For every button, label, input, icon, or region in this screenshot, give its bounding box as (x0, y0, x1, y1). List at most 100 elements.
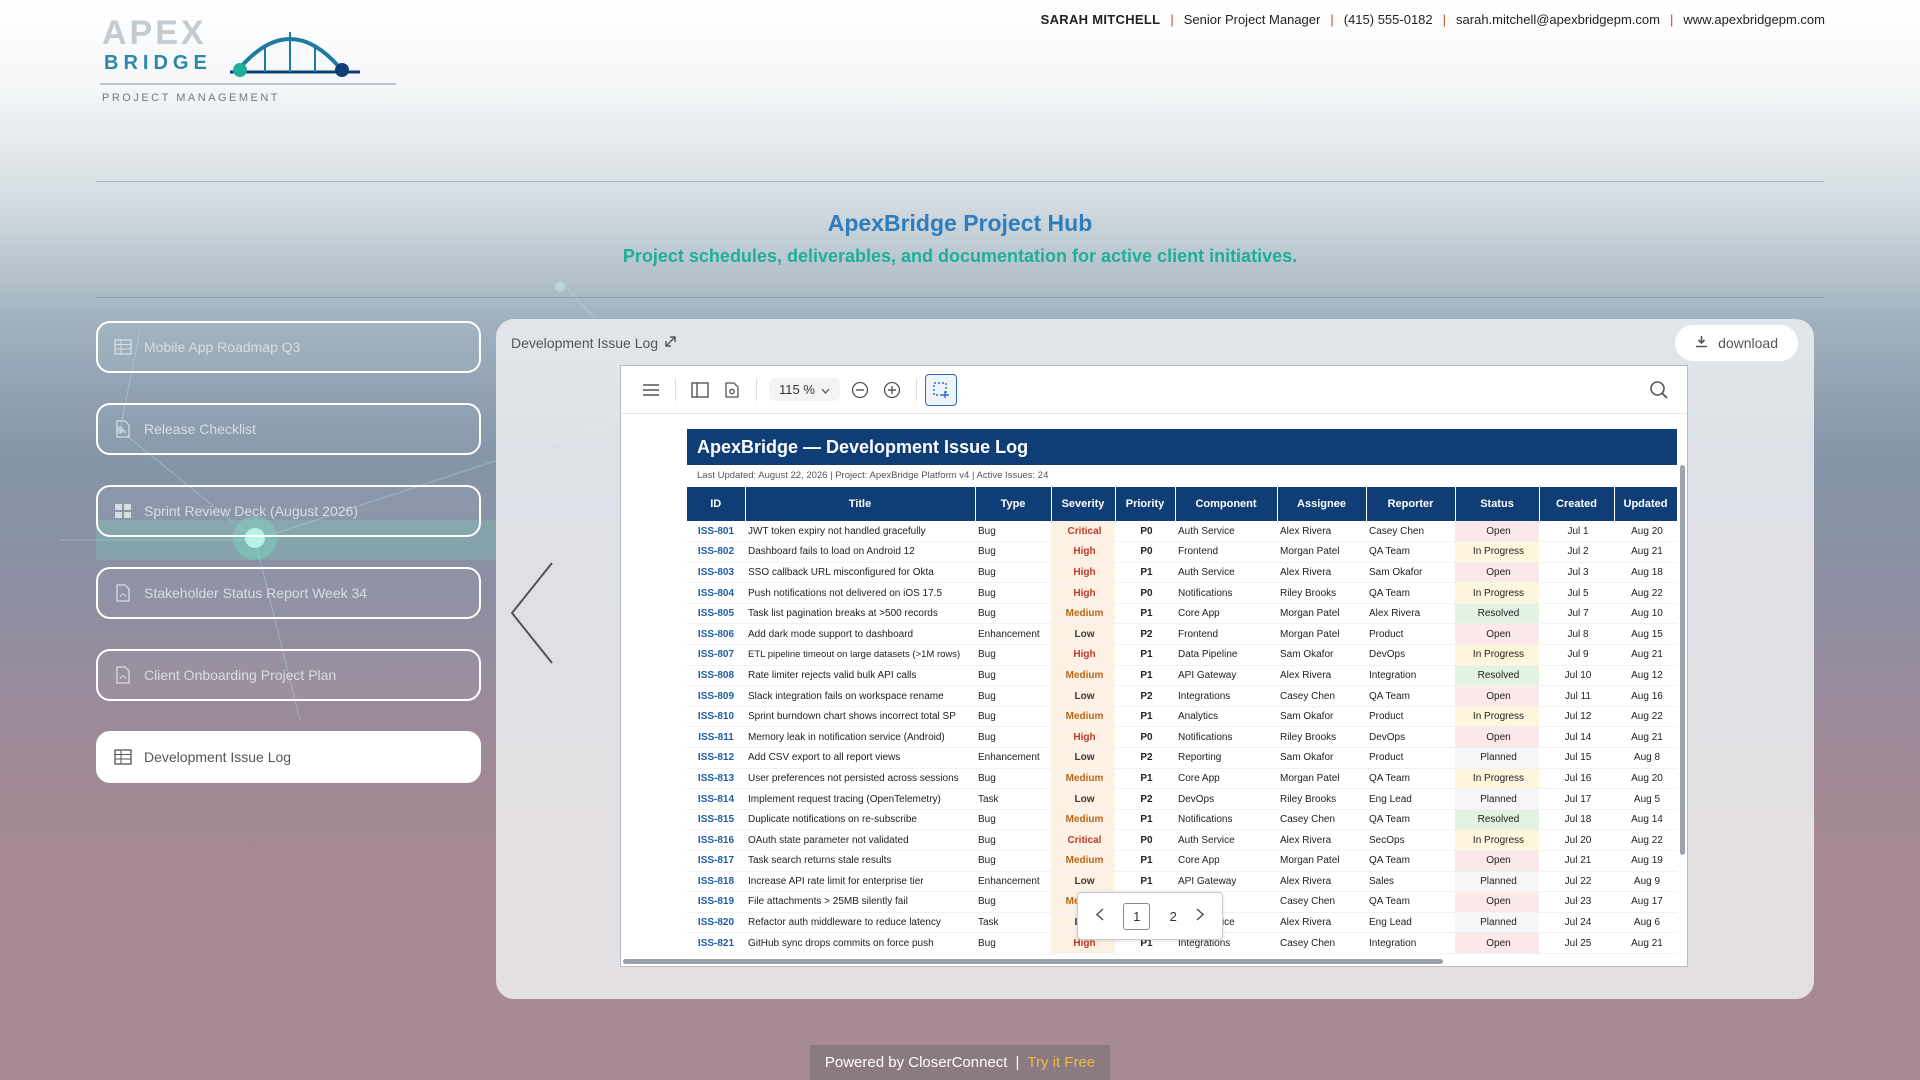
table-row: ISS-808 Rate limiter rejects valid bulk A… (687, 665, 1677, 687)
table-icon (114, 338, 132, 356)
table-row: ISS-806 Add dark mode support to dashboar… (687, 623, 1677, 646)
contact-name: SARAH MITCHELL (1040, 12, 1161, 27)
table-cell: Riley Brooks (1277, 726, 1366, 749)
table-cell: Bug (975, 891, 1051, 913)
logo-rule (100, 83, 396, 85)
sidebar-item-stakeholder-status-report[interactable]: Stakeholder Status Report Week 34 (96, 567, 481, 619)
page-2-button[interactable]: 2 (1170, 909, 1177, 924)
table-cell: Open (1455, 850, 1539, 872)
table-cell: ISS-813 (687, 768, 745, 790)
table-icon (114, 748, 132, 766)
vertical-scrollbar[interactable] (1680, 465, 1685, 855)
table-cell: Aug 16 (1614, 685, 1677, 707)
table-cell: Alex Rivera (1277, 912, 1366, 934)
table-cell: Casey Chen (1277, 685, 1366, 707)
table-cell: Auth Service (1175, 562, 1277, 584)
table-cell: ISS-818 (687, 871, 745, 893)
sheet-title: ApexBridge — Development Issue Log (687, 429, 1677, 465)
table-cell: Open (1455, 891, 1539, 913)
table-header-row: ID Title Type Severity Priority Component Assi… (687, 487, 1678, 521)
table-cell: Morgan Patel (1277, 623, 1366, 646)
sidebar-item-release-checklist[interactable]: Release Checklist (96, 403, 481, 455)
chevron-left-icon[interactable] (1095, 908, 1104, 924)
table-cell: Task (975, 788, 1051, 810)
table-cell: Aug 14 (1614, 809, 1677, 831)
table-cell: ISS-816 (687, 829, 745, 851)
table-cell: Bug (975, 541, 1051, 563)
table-cell: Bug (975, 706, 1051, 728)
menu-icon[interactable] (635, 374, 667, 406)
zoom-in-icon[interactable] (876, 374, 908, 406)
try-it-free-link[interactable]: Try it Free (1027, 1054, 1095, 1071)
table-cell: Integration (1366, 665, 1455, 687)
powered-by-text: Powered by CloserConnect (824, 1054, 1008, 1071)
logo-bridge-text: BRIDGE (104, 52, 212, 74)
table-cell: Aug 22 (1614, 829, 1677, 851)
table-cell: Medium (1051, 809, 1115, 831)
contact-email[interactable]: sarah.mitchell@apexbridgepm.com (1456, 12, 1660, 27)
sidebar-item-label: Sprint Review Deck (August 2026) (144, 503, 358, 519)
table-cell: P1 (1115, 809, 1175, 831)
table-cell: Planned (1455, 788, 1539, 810)
horizontal-scrollbar[interactable] (623, 959, 1443, 964)
zoom-out-icon[interactable] (844, 374, 876, 406)
document-page-area[interactable]: ApexBridge — Development Issue Log Last … (621, 415, 1687, 966)
table-cell: Jul 10 (1539, 665, 1614, 687)
contact-website[interactable]: www.apexbridgepm.com (1683, 12, 1825, 27)
expand-icon[interactable] (664, 335, 677, 351)
table-cell: Alex Rivera (1277, 871, 1366, 893)
table-cell: Integrations (1175, 685, 1277, 707)
search-icon[interactable] (1643, 374, 1675, 406)
table-cell: Aug 12 (1614, 665, 1677, 687)
table-cell: ISS-821 (687, 932, 745, 954)
table-cell: Dashboard fails to load on Android 12 (745, 541, 975, 563)
table-cell: ISS-804 (687, 582, 745, 604)
sidebar-item-client-onboarding-plan[interactable]: Client Onboarding Project Plan (96, 649, 481, 701)
table-cell: Bug (975, 603, 1051, 625)
table-cell: QA Team (1366, 685, 1455, 707)
table-row: ISS-804 Push notifications not delivered … (687, 582, 1677, 604)
sidebar-item-label: Client Onboarding Project Plan (144, 667, 337, 683)
table-cell: Critical (1051, 521, 1115, 543)
table-row: ISS-813 User preferences not persisted ac… (687, 768, 1677, 790)
logo-apex-text: APEX (102, 14, 207, 52)
table-cell: Increase API rate limit for enterprise t… (745, 871, 975, 893)
table-cell: P0 (1115, 829, 1175, 851)
sidebar-item-mobile-app-roadmap[interactable]: Mobile App Roadmap Q3 (96, 321, 481, 373)
chevron-right-icon[interactable] (1196, 908, 1205, 924)
table-row: ISS-802 Dashboard fails to load on Androi… (687, 541, 1677, 563)
table-cell: SecOps (1366, 829, 1455, 851)
table-cell: Aug 17 (1614, 891, 1677, 913)
table-cell: In Progress (1455, 829, 1539, 851)
sidebar-toggle-icon[interactable] (684, 374, 716, 406)
toolbar-separator (756, 378, 757, 401)
table-cell: Low (1051, 871, 1115, 893)
table-cell: Morgan Patel (1277, 850, 1366, 872)
previous-document-arrow-icon[interactable] (510, 561, 556, 670)
table-cell: Memory leak in notification service (And… (745, 726, 975, 749)
zoom-select[interactable]: 115 % (769, 378, 840, 401)
table-cell: Sam Okafor (1277, 706, 1366, 728)
table-cell: File attachments > 25MB silently fail (745, 891, 975, 913)
download-button[interactable]: download (1675, 325, 1798, 361)
table-cell: Frontend (1175, 541, 1277, 563)
pdf-viewer: 115 % ApexBridge — Development Issue Log… (620, 365, 1688, 967)
contact-phone[interactable]: (415) 555-0182 (1344, 12, 1433, 27)
chevron-down-icon (821, 382, 830, 397)
page-1-button[interactable]: 1 (1123, 902, 1151, 930)
table-cell: Open (1455, 521, 1539, 543)
toolbar-separator (915, 378, 917, 401)
table-cell: Resolved (1455, 603, 1539, 625)
sidebar-item-sprint-review-deck[interactable]: Sprint Review Deck (August 2026) (96, 485, 481, 537)
document-settings-icon[interactable] (716, 374, 748, 406)
table-cell: Eng Lead (1366, 788, 1455, 810)
sidebar-item-label: Mobile App Roadmap Q3 (144, 339, 301, 355)
sidebar-item-development-issue-log[interactable]: Development Issue Log (96, 731, 481, 783)
table-cell: P1 (1115, 603, 1175, 625)
table-cell: Open (1455, 932, 1539, 954)
table-cell: Jul 1 (1539, 521, 1614, 543)
table-cell: Jul 14 (1539, 726, 1614, 749)
table-cell: P2 (1115, 788, 1175, 810)
selection-tool-icon[interactable] (924, 373, 957, 406)
sidebar-item-label: Development Issue Log (144, 749, 292, 765)
